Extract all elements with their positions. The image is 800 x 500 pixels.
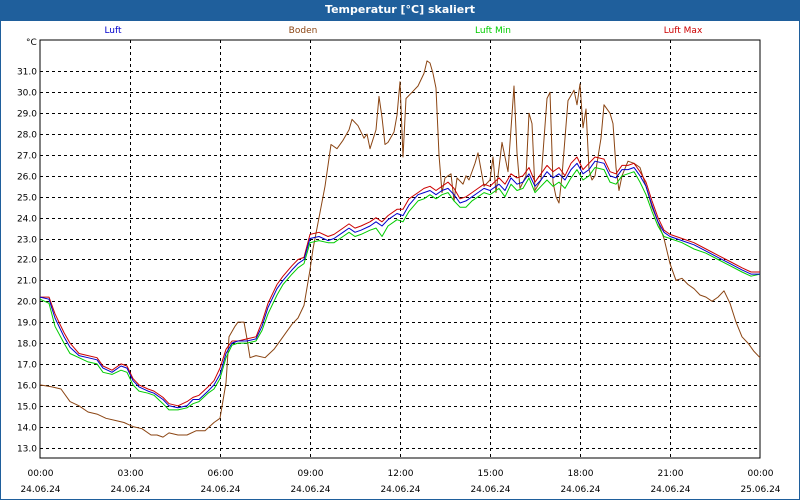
legend-entry-luft-min: Luft Min: [475, 26, 511, 36]
y-tick-label: 13.0: [17, 445, 37, 455]
y-tick-label: 20.0: [17, 298, 37, 308]
y-tick-label: 31.0: [17, 68, 37, 78]
temperature-chart: 13.0 14.0 15.0 16.0 17.0 18.0 19.0 20.0 21.0 22.0…: [17, 26, 781, 495]
y-tick-label: 16.0: [17, 382, 37, 392]
x-tick-date-label: 24.06.24: [290, 485, 330, 495]
x-tick-time-label: 21:00: [658, 469, 684, 479]
y-tick-label: 14.0: [17, 424, 37, 434]
legend-entry-boden: Boden: [289, 26, 318, 36]
x-tick-time-label: 03:00: [118, 469, 144, 479]
x-tick-time-label: 09:00: [298, 469, 324, 479]
y-tick-label: 19.0: [17, 319, 37, 329]
x-tick-time-label: 15:00: [478, 469, 504, 479]
x-tick-date-label: 24.06.24: [110, 485, 150, 495]
x-tick-date-label: 24.06.24: [20, 485, 60, 495]
y-tick-label: 27.0: [17, 152, 37, 162]
y-tick-label: 18.0: [17, 340, 37, 350]
x-tick-date-label: 24.06.24: [380, 485, 420, 495]
y-axis-label: °C: [26, 38, 37, 48]
y-tick-label: 29.0: [17, 110, 37, 120]
legend-entry-luft: Luft: [104, 26, 122, 36]
y-tick-label: 26.0: [17, 173, 37, 183]
x-tick-time-label: 00:00: [748, 469, 774, 479]
y-tick-label: 24.0: [17, 215, 37, 225]
y-tick-label: 22.0: [17, 256, 37, 266]
x-tick-date-label: 24.06.24: [560, 485, 600, 495]
y-tick-label: 28.0: [17, 131, 37, 141]
x-tick-date-label: 25.06.24: [740, 485, 780, 495]
legend-entry-luft-max: Luft Max: [664, 26, 703, 36]
y-tick-label: 23.0: [17, 236, 37, 246]
x-tick-date-label: 24.06.24: [650, 485, 690, 495]
y-tick-label: 21.0: [17, 277, 37, 287]
x-tick-time-label: 18:00: [568, 469, 594, 479]
y-tick-label: 15.0: [17, 403, 37, 413]
x-tick-time-label: 00:00: [28, 469, 54, 479]
x-tick-date-label: 24.06.24: [470, 485, 510, 495]
x-tick-time-label: 12:00: [388, 469, 414, 479]
y-tick-label: 25.0: [17, 194, 37, 204]
y-tick-label: 30.0: [17, 89, 37, 99]
x-tick-date-label: 24.06.24: [200, 485, 240, 495]
x-tick-time-label: 06:00: [208, 469, 234, 479]
y-tick-label: 17.0: [17, 361, 37, 371]
